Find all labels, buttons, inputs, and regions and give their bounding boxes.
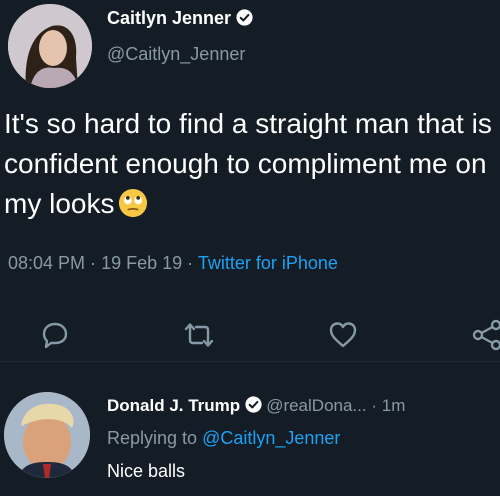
author-name[interactable]: Caitlyn Jenner [107, 8, 253, 29]
reply-author-name[interactable]: Donald J. Trump [107, 396, 240, 415]
replying-to-label: Replying to [107, 428, 203, 448]
reply-text: Nice balls [107, 461, 186, 481]
reply-time: 1m [381, 396, 406, 415]
tweet-source-link[interactable]: Twitter for iPhone [198, 253, 338, 273]
replying-to-mention[interactable]: @Caitlyn_Jenner [202, 428, 340, 448]
heart-icon [329, 322, 357, 348]
rolling-eyes-emoji-icon [119, 188, 148, 218]
meta-separator: · [187, 253, 194, 273]
like-button[interactable] [326, 318, 360, 352]
reply-author-avatar[interactable] [4, 392, 90, 478]
share-button[interactable] [470, 318, 500, 352]
reply-author-handle[interactable]: @realDona... [266, 396, 366, 415]
comment-icon [42, 322, 68, 349]
retweet-icon [184, 323, 214, 347]
main-tweet: Caitlyn Jenner @Caitlyn_Jenner It's so h… [0, 0, 500, 362]
avatar-portrait [8, 4, 92, 88]
reply-button[interactable] [38, 318, 72, 352]
author-avatar[interactable] [8, 4, 92, 88]
author-name-text[interactable]: Caitlyn Jenner [107, 8, 231, 28]
author-handle[interactable]: @Caitlyn_Jenner [107, 44, 245, 65]
reply-separator: · [371, 396, 378, 415]
verified-badge-icon [245, 396, 262, 413]
tweet-actions [0, 318, 500, 352]
replying-to-line: Replying to @Caitlyn_Jenner [107, 428, 340, 449]
tweet-body: It's so hard to find a straight man that… [4, 108, 492, 219]
tweet-meta: 08:04 PM · 19 Feb 19 · Twitter for iPhon… [8, 253, 338, 274]
reply-tweet[interactable]: Donald J. Trump @realDona... · 1m Replyin… [0, 362, 500, 496]
retweet-button[interactable] [182, 318, 216, 352]
tweet-time: 08:04 PM [8, 253, 86, 273]
meta-separator: · [90, 253, 97, 273]
verified-badge-icon [236, 9, 253, 26]
share-icon [472, 319, 500, 351]
tweet-text: It's so hard to find a straight man that… [4, 104, 498, 224]
avatar-portrait [4, 392, 90, 478]
reply-author-line: Donald J. Trump @realDona... · 1m [107, 396, 405, 416]
tweet-date: 19 Feb 19 [101, 253, 183, 273]
